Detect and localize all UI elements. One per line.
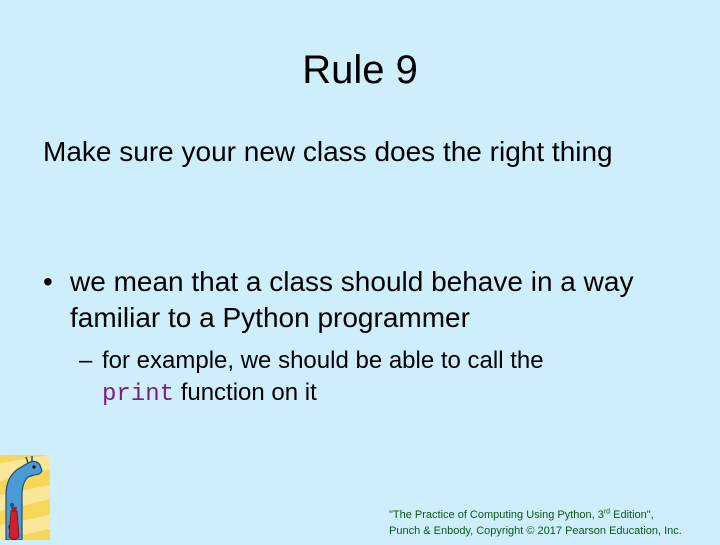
slide-title: Rule 9	[302, 48, 418, 92]
footer-citation: "The Practice of Computing Using Python,…	[389, 507, 714, 539]
sub-bullet-text-end: function on it	[180, 379, 317, 406]
footer-line-1-end: Edition",	[610, 509, 654, 521]
bullet-item: • we mean that a class should behave in …	[43, 264, 683, 336]
footer-line-1-start: "The Practice of Computing Using Python,…	[389, 509, 604, 521]
footer-line-1: "The Practice of Computing Using Python,…	[389, 507, 714, 523]
code-print: print	[102, 381, 175, 408]
bullet-marker: •	[43, 266, 53, 297]
sub-bullet-text-block: for example, we should be able to call t…	[79, 345, 679, 411]
sub-bullet-text: for example, we should be able to call t…	[102, 347, 544, 374]
giraffe-logo-icon	[0, 455, 50, 541]
sub-bullet-item: – for example, we should be able to call…	[79, 345, 679, 411]
sub-bullet-marker: –	[79, 347, 93, 374]
footer-line-2: Punch & Enbody, Copyright © 2017 Pearson…	[389, 525, 682, 537]
bullet-text: we mean that a class should behave in a …	[70, 266, 634, 333]
intro-text: Make sure your new class does the right …	[43, 136, 613, 167]
